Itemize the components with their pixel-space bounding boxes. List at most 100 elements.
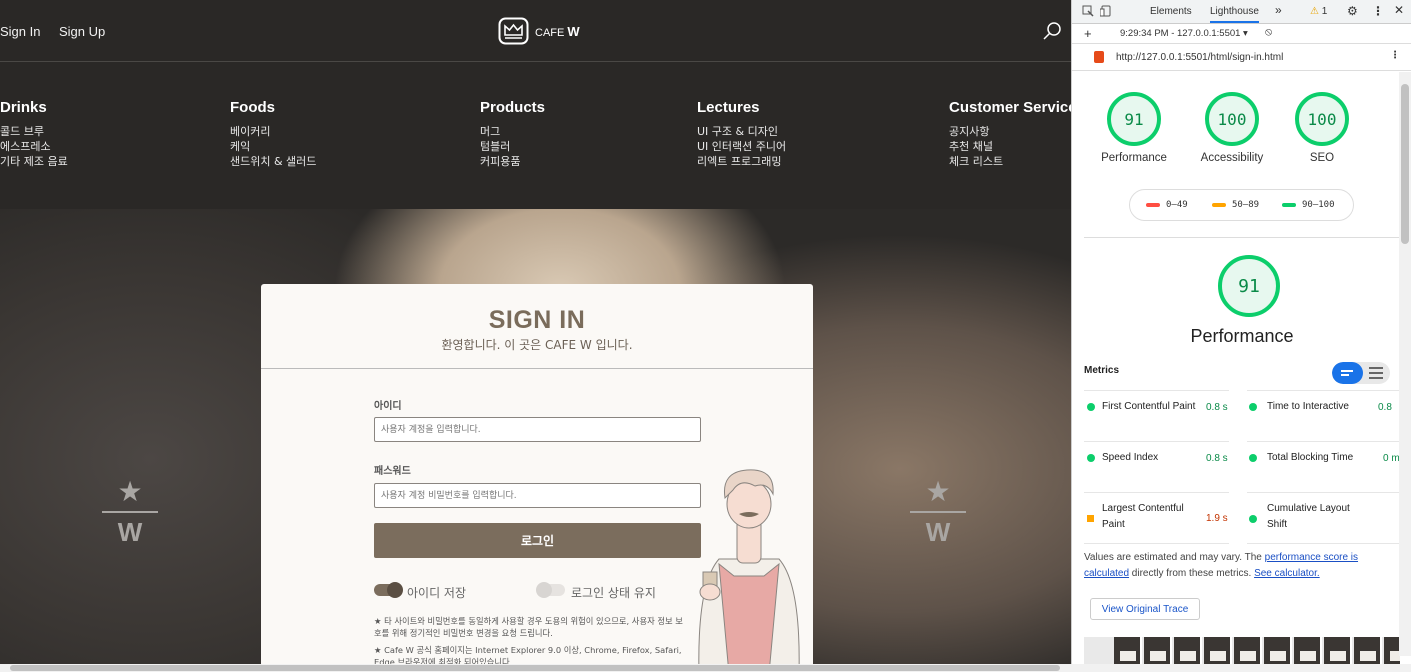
cafe-logo[interactable]: CAFE W	[498, 17, 580, 45]
settings-gear-icon[interactable]: ⚙	[1347, 4, 1358, 18]
filmstrip-frame	[1204, 637, 1232, 664]
menu-title[interactable]: Customer Service	[949, 99, 1071, 116]
menu-item[interactable]: 텀블러	[480, 139, 545, 154]
tab-lighthouse[interactable]: Lighthouse	[1210, 6, 1259, 23]
password-input[interactable]	[374, 483, 701, 508]
category-score-gauge: 91	[1218, 255, 1280, 317]
gauge-seo[interactable]: 100 SEO	[1282, 92, 1362, 164]
menu-col-customer-service: Customer Service 공지사항 추천 채널 체크 리스트	[949, 99, 1071, 169]
view-trace-button[interactable]: View Original Trace	[1090, 598, 1200, 620]
device-toolbar-icon[interactable]	[1100, 5, 1112, 17]
vertical-scroll-thumb[interactable]	[1401, 84, 1409, 244]
signin-link[interactable]: Sign In	[0, 24, 40, 39]
menu-item[interactable]: 머그	[480, 124, 545, 139]
signup-link[interactable]: Sign Up	[59, 24, 105, 39]
tab-elements[interactable]: Elements	[1150, 6, 1192, 17]
report-url: http://127.0.0.1:5501/html/sign-in.html	[1116, 52, 1284, 63]
menu-col-products: Products 머그 텀블러 커피용품	[480, 99, 545, 169]
search-icon[interactable]	[1042, 21, 1062, 41]
logo-bold: W	[567, 23, 580, 39]
legend-range: 0–49	[1166, 200, 1188, 210]
toggle-knob	[536, 582, 552, 598]
save-id-label: 아이디 저장	[407, 586, 467, 600]
close-devtools-icon[interactable]: ✕	[1394, 3, 1404, 17]
divider	[1247, 492, 1400, 493]
gauge-performance[interactable]: 91 Performance	[1094, 92, 1174, 164]
new-report-plus-icon[interactable]: +	[1084, 26, 1092, 41]
menu-item[interactable]: 공지사항	[949, 124, 1071, 139]
mega-menu: Drinks 콜드 브루 에스프레소 기타 제조 음료 Foods 베이커리 케…	[0, 62, 1071, 209]
filmstrip-frame	[1144, 637, 1172, 664]
card-divider	[261, 368, 813, 369]
menu-item[interactable]: 기타 제조 음료	[0, 154, 68, 169]
signin-title: SIGN IN	[488, 306, 586, 334]
password-label: 패스워드	[374, 466, 411, 477]
metric-fcp-value: 0.8 s	[1206, 402, 1228, 413]
status-dot	[1249, 515, 1257, 523]
menu-title[interactable]: Foods	[230, 99, 316, 116]
warning-count: 1	[1321, 6, 1328, 17]
menu-item[interactable]: 베이커리	[230, 124, 316, 139]
clear-icon[interactable]: ⦸	[1265, 26, 1272, 39]
id-input[interactable]	[374, 417, 701, 442]
legend-swatch	[1282, 203, 1296, 207]
divider	[1247, 543, 1400, 544]
divider	[910, 511, 966, 513]
menu-item[interactable]: 커피용품	[480, 154, 545, 169]
status-dot	[1087, 454, 1095, 462]
menu-title[interactable]: Drinks	[0, 99, 68, 116]
keep-login-toggle[interactable]	[536, 582, 565, 598]
report-menu-icon[interactable]: ⋮	[1390, 50, 1400, 61]
menu-item[interactable]: 케익	[230, 139, 316, 154]
menu-title[interactable]: Lectures	[697, 99, 786, 116]
metric-lcp-value: 1.9 s	[1206, 513, 1228, 524]
gauge-accessibility[interactable]: 100 Accessibility	[1192, 92, 1272, 164]
category-title: Performance	[1190, 326, 1294, 346]
gauge-label: Accessibility	[1200, 152, 1264, 164]
expanded-view-icon[interactable]	[1369, 367, 1383, 379]
horizontal-scroll-thumb[interactable]	[10, 665, 1060, 671]
metrics-note: Values are estimated and may vary. The p…	[1084, 550, 1384, 582]
metric-tti-value: 0.8	[1378, 402, 1392, 413]
metric-lcp-label: Largest Contentful Paint	[1102, 501, 1184, 533]
inspect-icon[interactable]	[1082, 5, 1094, 17]
warning-icon[interactable]: ⚠ 1	[1310, 6, 1327, 17]
menu-item[interactable]: 체크 리스트	[949, 154, 1071, 169]
menu-item[interactable]: 에스프레소	[0, 139, 68, 154]
kebab-menu-icon[interactable]: ⋮	[1372, 4, 1384, 18]
filmstrip-frame	[1354, 637, 1382, 664]
menu-item[interactable]: 추천 채널	[949, 139, 1071, 154]
crown-logo-icon	[498, 17, 529, 45]
menu-item[interactable]: 콜드 브루	[0, 124, 68, 139]
lighthouse-toolbar: + 9:29:34 PM - 127.0.0.1:5501 ▾ ⦸	[1072, 24, 1411, 44]
gauge-label: SEO	[1309, 152, 1335, 164]
menu-item[interactable]: 리엑트 프로그래밍	[697, 154, 786, 169]
menu-col-drinks: Drinks 콜드 브루 에스프레소 기타 제조 음료	[0, 99, 68, 169]
metric-tti-label: Time to Interactive	[1267, 401, 1349, 412]
note-text: directly from these metrics.	[1129, 568, 1255, 579]
save-id-toggle[interactable]	[374, 582, 403, 598]
filmstrip-frame	[1114, 637, 1142, 664]
menu-title[interactable]: Products	[480, 99, 545, 116]
legend-range: 90–100	[1302, 200, 1335, 210]
report-select[interactable]: 9:29:34 PM - 127.0.0.1:5501 ▾	[1120, 28, 1248, 39]
more-tabs-icon[interactable]: »	[1275, 3, 1282, 17]
section-divider	[1084, 237, 1400, 238]
calculator-link[interactable]: See calculator.	[1254, 568, 1320, 579]
gauge-score: 100	[1295, 92, 1349, 146]
devtools-panel: Elements Lighthouse » ⚠ 1 ⚙ ⋮ ✕ + 9:29:3…	[1071, 0, 1411, 664]
signin-subtitle: 환영합니다. 이 곳은 CAFE W 입니다.	[441, 338, 633, 352]
metrics-heading: Metrics	[1084, 365, 1120, 376]
note-text: Values are estimated and may vary. The	[1084, 552, 1265, 563]
menu-item[interactable]: UI 구조 & 디자인	[697, 124, 786, 139]
devtools-tabbar: Elements Lighthouse » ⚠ 1 ⚙ ⋮ ✕	[1072, 0, 1411, 24]
menu-item[interactable]: UI 인터랙션 주니어	[697, 139, 786, 154]
metric-tbt-value: 0 m	[1383, 453, 1400, 464]
metrics-view-toggle[interactable]	[1332, 362, 1390, 384]
compact-view-icon[interactable]	[1332, 362, 1363, 384]
website-viewport: Sign In Sign Up CAFE W Drinks 콜드 브루 에스프레…	[0, 0, 1071, 664]
lighthouse-report: 91 Performance 100 Accessibility 100 SEO…	[1084, 72, 1400, 664]
menu-item[interactable]: 샌드위치 & 샐러드	[230, 154, 316, 169]
filmstrip-frame	[1294, 637, 1322, 664]
login-button[interactable]: 로그인	[374, 523, 701, 558]
